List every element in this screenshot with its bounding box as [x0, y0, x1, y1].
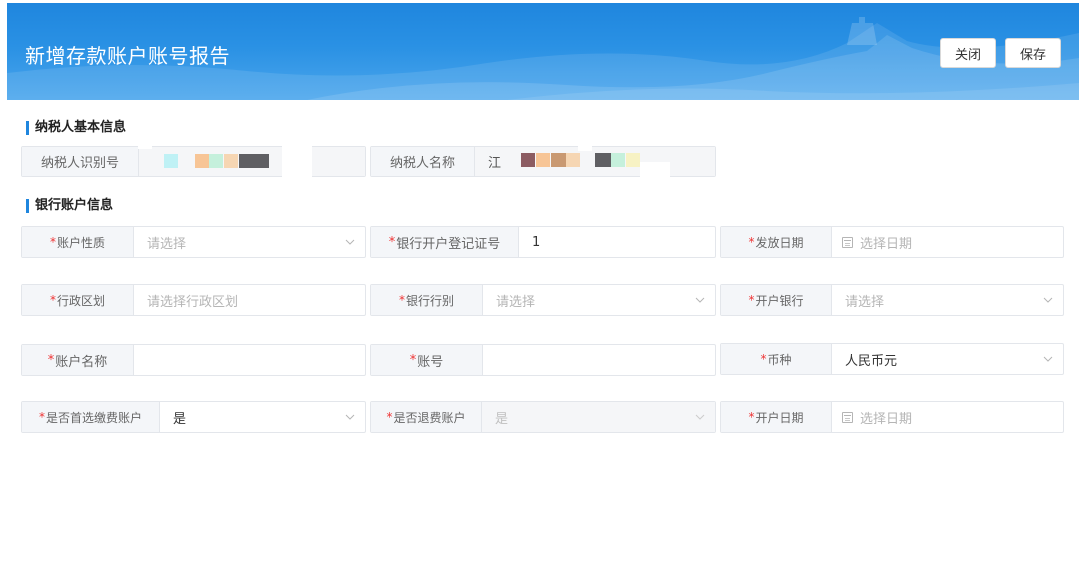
- account-type-label: 账户性质: [56, 235, 105, 250]
- preferred-fee-field[interactable]: * 是否首选缴费账户 是: [21, 401, 366, 433]
- refund-field[interactable]: * 是否退费账户 是: [370, 401, 716, 433]
- admin-region-select[interactable]: 请选择行政区划: [134, 285, 365, 315]
- currency-label: 币种: [767, 352, 792, 367]
- refund-select[interactable]: 是: [482, 402, 715, 432]
- issue-date-picker[interactable]: 选择日期: [832, 227, 1063, 257]
- chevron-down-icon: [1043, 297, 1053, 303]
- open-date-picker[interactable]: 选择日期: [832, 402, 1063, 432]
- taxpayer-id-value: [139, 147, 365, 176]
- account-type-select[interactable]: 请选择: [134, 227, 365, 257]
- open-bank-select[interactable]: 请选择: [832, 285, 1063, 315]
- issue-date-field[interactable]: * 发放日期 选择日期: [720, 226, 1064, 258]
- admin-region-field[interactable]: * 行政区划 请选择行政区划: [21, 284, 366, 316]
- account-name-label: 账户名称: [55, 354, 108, 370]
- reg-cert-label: 银行开户登记证号: [396, 236, 501, 252]
- open-date-field[interactable]: * 开户日期 选择日期: [720, 401, 1064, 433]
- taxpayer-id-field: 纳税人识别号: [21, 146, 366, 177]
- taxpayer-name-value: 江: [475, 147, 715, 176]
- reg-cert-field[interactable]: * 银行开户登记证号 1: [370, 226, 716, 258]
- calendar-icon: [842, 411, 853, 423]
- account-name-field[interactable]: * 账户名称: [21, 344, 366, 376]
- calendar-icon: [842, 236, 853, 248]
- save-button[interactable]: 保存: [1005, 38, 1061, 68]
- bank-type-select[interactable]: 请选择: [483, 285, 715, 315]
- taxpayer-name-label: 纳税人名称: [371, 147, 475, 176]
- bank-type-label: 银行行别: [405, 293, 454, 308]
- currency-select[interactable]: 人民币元: [832, 344, 1063, 374]
- chevron-down-icon: [1043, 356, 1053, 362]
- chevron-down-icon: [345, 414, 355, 420]
- open-bank-field[interactable]: * 开户银行 请选择: [720, 284, 1064, 316]
- taxpayer-name-text: 江: [488, 156, 502, 171]
- page-header: 新增存款账户账号报告 关闭 保存: [7, 3, 1079, 100]
- section-title-taxpayer: 纳税人基本信息: [26, 121, 126, 135]
- account-number-label: 账号: [417, 354, 444, 370]
- close-button[interactable]: 关闭: [940, 38, 996, 68]
- open-bank-label: 开户银行: [755, 293, 804, 308]
- bank-type-field[interactable]: * 银行行别 请选择: [370, 284, 716, 316]
- issue-date-label: 发放日期: [755, 235, 804, 250]
- reg-cert-input[interactable]: 1: [519, 227, 715, 257]
- admin-region-label: 行政区划: [56, 293, 105, 308]
- preferred-fee-select[interactable]: 是: [160, 402, 365, 432]
- chevron-down-icon: [345, 239, 355, 245]
- chevron-down-icon: [695, 414, 705, 420]
- section-title-bank: 银行账户信息: [26, 199, 113, 213]
- account-number-input[interactable]: [483, 345, 715, 375]
- chevron-down-icon: [695, 297, 705, 303]
- currency-field[interactable]: * 币种 人民币元: [720, 343, 1064, 375]
- page-title: 新增存款账户账号报告: [25, 44, 230, 68]
- account-name-input[interactable]: [134, 345, 365, 375]
- account-number-field[interactable]: * 账号: [370, 344, 716, 376]
- account-type-field[interactable]: * 账户性质 请选择: [21, 226, 366, 258]
- preferred-fee-label: 是否首选缴费账户: [45, 410, 142, 425]
- open-date-label: 开户日期: [755, 410, 804, 425]
- taxpayer-id-label: 纳税人识别号: [22, 147, 139, 176]
- refund-label: 是否退费账户: [393, 410, 466, 425]
